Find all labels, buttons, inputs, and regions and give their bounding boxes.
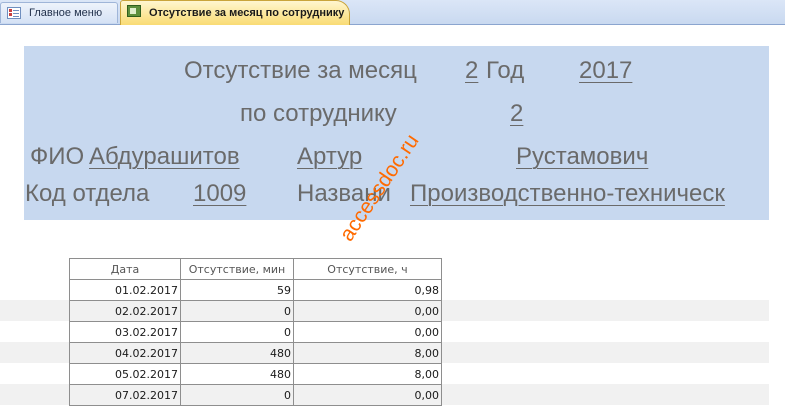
year-value[interactable]: 2017	[579, 56, 632, 86]
table-row[interactable]: 03.02.2017 0 0,00	[69, 321, 442, 343]
date-cell[interactable]: 02.02.2017	[69, 300, 181, 322]
table-row[interactable]: 07.02.2017 0 0,00	[69, 384, 442, 406]
hours-cell[interactable]: 0,00	[293, 321, 442, 343]
column-header-hours[interactable]: Отсутствие, ч	[293, 258, 442, 280]
column-header-minutes[interactable]: Отсутствие, мин	[180, 258, 294, 280]
title-label: Отсутствие за месяц	[184, 57, 417, 84]
minutes-cell[interactable]: 480	[180, 363, 294, 385]
table-row[interactable]: 04.02.2017 480 8,00	[69, 342, 442, 364]
month-value[interactable]: 2	[465, 56, 478, 86]
employee-id-value[interactable]: 2	[510, 99, 523, 129]
tab-absence-report-label: Отсутствие за месяц по сотруднику	[149, 7, 345, 19]
absence-table: Дата Отсутствие, мин Отсутствие, ч 01.02…	[69, 258, 442, 406]
first-name-value[interactable]: Артур	[297, 142, 362, 172]
hours-cell[interactable]: 0,98	[293, 279, 442, 301]
hours-cell[interactable]: 0,00	[293, 384, 442, 406]
tab-main-menu-label: Главное меню	[29, 7, 103, 19]
table-row[interactable]: 01.02.2017 59 0,98	[69, 279, 442, 301]
hours-cell[interactable]: 8,00	[293, 363, 442, 385]
table-row[interactable]: 02.02.2017 0 0,00	[69, 300, 442, 322]
date-cell[interactable]: 03.02.2017	[69, 321, 181, 343]
minutes-cell[interactable]: 0	[180, 300, 294, 322]
fio-label: ФИО	[30, 143, 85, 170]
patronymic-value[interactable]: Рустамович	[516, 142, 648, 172]
minutes-cell[interactable]: 0	[180, 384, 294, 406]
table-row[interactable]: 05.02.2017 480 8,00	[69, 363, 442, 385]
hours-cell[interactable]: 0,00	[293, 300, 442, 322]
dept-code-label: Код отдела	[25, 180, 150, 207]
date-cell[interactable]: 01.02.2017	[69, 279, 181, 301]
report-header: Отсутствие за месяц 2 Год 2017 по сотруд…	[24, 46, 769, 220]
tab-absence-report[interactable]: Отсутствие за месяц по сотруднику	[120, 0, 350, 25]
table-grid-icon	[7, 7, 21, 19]
minutes-cell[interactable]: 480	[180, 342, 294, 364]
date-cell[interactable]: 07.02.2017	[69, 384, 181, 406]
hours-cell[interactable]: 8,00	[293, 342, 442, 364]
year-label: Год	[486, 57, 525, 84]
date-cell[interactable]: 05.02.2017	[69, 363, 181, 385]
document-tab-bar: Главное меню Отсутствие за месяц по сотр…	[0, 0, 785, 25]
column-header-date[interactable]: Дата	[69, 258, 181, 280]
minutes-cell[interactable]: 0	[180, 321, 294, 343]
employee-label: по сотруднику	[240, 100, 397, 127]
dept-code-value[interactable]: 1009	[193, 179, 246, 209]
minutes-cell[interactable]: 59	[180, 279, 294, 301]
form-icon	[127, 5, 141, 17]
date-cell[interactable]: 04.02.2017	[69, 342, 181, 364]
dept-name-value[interactable]: Производственно-техническ	[410, 179, 725, 209]
table-header-row: Дата Отсутствие, мин Отсутствие, ч	[69, 258, 442, 280]
tab-main-menu[interactable]: Главное меню	[0, 2, 118, 23]
last-name-value[interactable]: Абдурашитов	[89, 142, 240, 172]
